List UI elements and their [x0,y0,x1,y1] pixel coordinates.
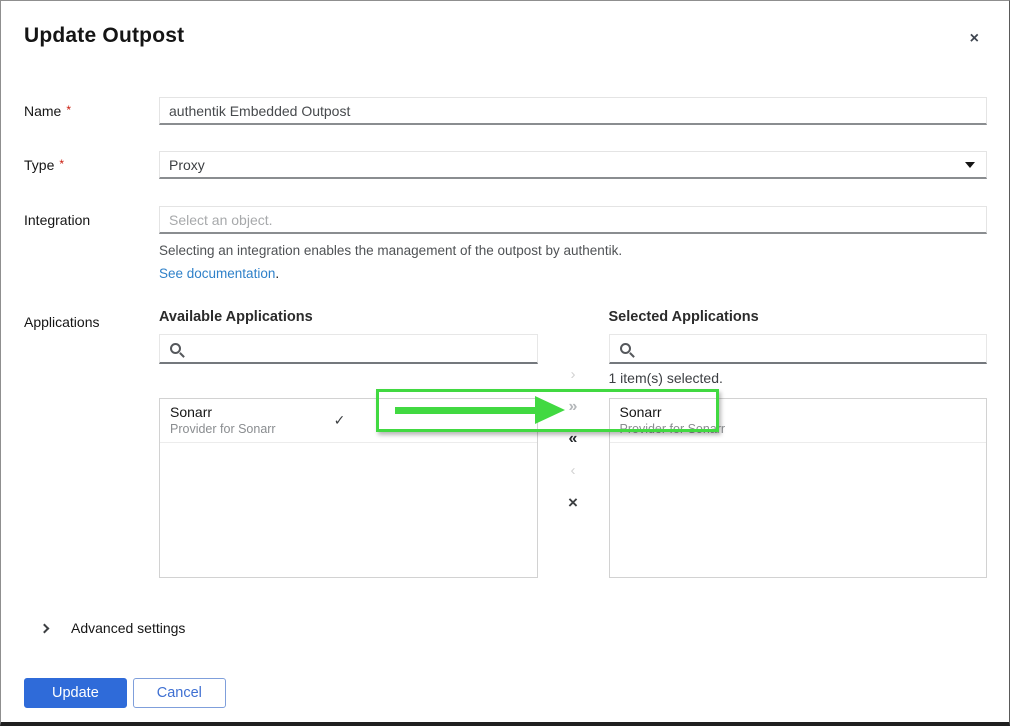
name-field-row: Name * [24,97,987,125]
name-control [159,97,987,125]
selected-applications-list: Sonarr Provider for Sonarr [609,398,988,578]
transfer-controls: › » « ‹ × [538,308,609,578]
type-label-text: Type [24,157,54,173]
available-status-spacer [159,370,538,386]
integration-control: Selecting an integration enables the man… [159,206,987,282]
name-input[interactable] [159,97,987,125]
page-title: Update Outpost [24,23,184,49]
applications-field-row: Applications Available Applications Sona… [24,308,987,578]
advanced-settings-label: Advanced settings [71,620,185,636]
update-button[interactable]: Update [24,678,127,708]
advanced-settings-toggle[interactable]: Advanced settings [24,620,987,636]
search-icon [170,343,181,354]
see-documentation-link[interactable]: See documentation [159,266,275,281]
type-select[interactable]: Proxy [159,151,987,179]
type-select-value: Proxy [169,157,205,173]
caret-down-icon [965,162,975,168]
list-item-sonarr-selected[interactable]: Sonarr Provider for Sonarr [610,399,987,443]
integration-input[interactable] [159,206,987,234]
available-search-box [159,334,538,364]
selected-applications-title: Selected Applications [609,308,988,326]
clear-selection-button[interactable]: × [557,487,589,519]
available-applications-list: Sonarr Provider for Sonarr ✓ [159,398,538,578]
application-name: Sonarr [620,404,726,421]
integration-label-text: Integration [24,212,90,228]
application-description: Provider for Sonarr [620,422,726,437]
type-field-row: Type * Proxy [24,151,987,179]
selected-applications-pane: Selected Applications 1 item(s) selected… [609,308,988,578]
required-asterisk: * [66,103,71,117]
documentation-link-suffix: . [275,266,279,281]
dialog-actions: Update Cancel [24,678,987,708]
available-search-input[interactable] [189,341,527,357]
dialog-header: Update Outpost × [24,23,987,51]
name-label-text: Name [24,103,61,119]
integration-label: Integration [24,206,159,228]
selected-search-input[interactable] [639,341,977,357]
selected-search-box [609,334,988,364]
selected-count-status: 1 item(s) selected. [609,370,988,386]
add-selected-button[interactable]: › [557,359,589,391]
required-asterisk: * [59,157,64,171]
applications-dual-list: Available Applications Sonarr Provider f… [159,308,987,578]
type-control: Proxy [159,151,987,179]
search-icon [620,343,631,354]
add-all-button[interactable]: » [557,391,589,423]
remove-all-button[interactable]: « [557,423,589,455]
application-description: Provider for Sonarr [170,422,276,437]
integration-field-row: Integration Selecting an integration ena… [24,206,987,282]
name-label: Name * [24,97,159,119]
application-name: Sonarr [170,404,276,421]
applications-label: Applications [24,308,159,330]
list-item-text: Sonarr Provider for Sonarr [620,404,726,437]
remove-selected-button[interactable]: ‹ [557,455,589,487]
check-icon: ✓ [334,412,346,429]
documentation-line: See documentation. [159,265,987,282]
integration-helper-text: Selecting an integration enables the man… [159,242,987,259]
available-applications-title: Available Applications [159,308,538,326]
applications-label-text: Applications [24,314,100,330]
cancel-button[interactable]: Cancel [133,678,226,708]
update-outpost-dialog: Update Outpost × Name * Type * Proxy Integ… [0,0,1010,726]
chevron-right-icon [40,623,50,633]
available-applications-pane: Available Applications Sonarr Provider f… [159,308,538,578]
type-label: Type * [24,151,159,173]
list-item-sonarr-available[interactable]: Sonarr Provider for Sonarr ✓ [160,399,537,443]
close-icon[interactable]: × [962,27,987,51]
list-item-text: Sonarr Provider for Sonarr [170,404,276,437]
